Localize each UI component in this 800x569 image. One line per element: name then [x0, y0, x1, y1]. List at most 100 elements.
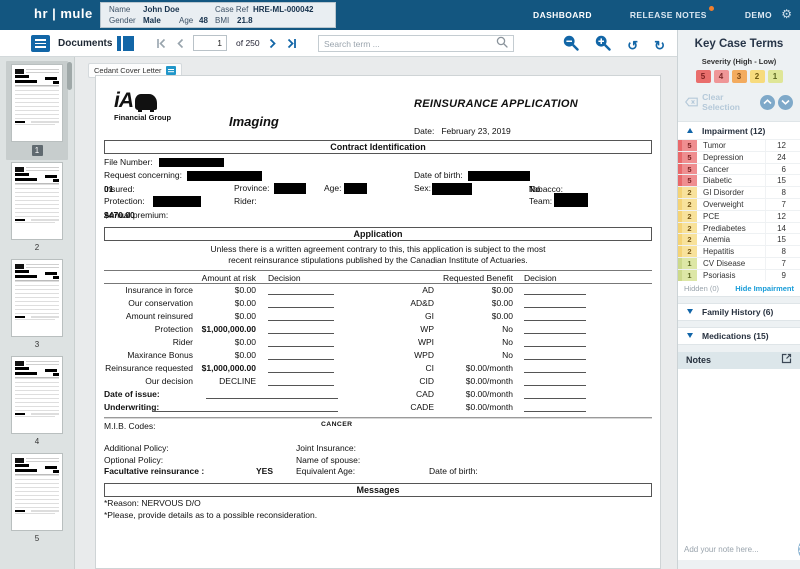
impairment-header[interactable]: Impairment (12): [678, 122, 800, 139]
page-thumbnail-4[interactable]: 4: [11, 356, 63, 451]
clear-selection-button[interactable]: Clear Selection: [685, 92, 760, 112]
rotate-cw-icon[interactable]: ↻: [654, 38, 665, 53]
case-ref-value: HRE-ML-000042: [253, 4, 314, 14]
prev-page-icon[interactable]: [176, 38, 184, 49]
severity-chip-1[interactable]: 1: [767, 70, 783, 83]
application-disclaimer: Unless there is a written agreement cont…: [210, 244, 546, 265]
menu-hamburger-icon[interactable]: [31, 35, 50, 52]
last-page-icon[interactable]: [286, 38, 297, 49]
redacted-protection: [153, 196, 201, 207]
notes-list: [678, 368, 800, 538]
severity-badge: 5: [682, 140, 697, 151]
top-nav: DASHBOARD RELEASE NOTES DEMO: [533, 0, 772, 30]
ia-financial-group-logo: iA Financial Group: [114, 89, 172, 122]
nav-demo[interactable]: DEMO: [745, 10, 772, 20]
expand-notes-icon[interactable]: [781, 351, 792, 369]
impairment-row-anemia[interactable]: 2 Anemia 15: [678, 233, 800, 246]
impairment-section: Impairment (12) 5 Tumor 12 5 Depression 24 5…: [678, 121, 800, 297]
severity-badge: 1: [682, 257, 697, 269]
application-table: Amount at risk Decision Requested Benefi…: [96, 270, 660, 414]
zoom-out-icon[interactable]: [563, 35, 579, 56]
table-row: Underwriting: CADE $0.00/month: [96, 401, 660, 414]
document-page: iA Financial Group Imaging REINSURANCE A…: [95, 75, 661, 569]
thumbnail-page-number: 3: [34, 340, 40, 349]
search-icon[interactable]: [496, 35, 508, 53]
table-row: Rider $0.00 WPI No: [96, 336, 660, 349]
impairment-row-gi-disorder[interactable]: 2 GI Disorder 8: [678, 186, 800, 198]
severity-chip-3[interactable]: 3: [731, 70, 747, 83]
zoom-controls: ↺ ↻: [563, 35, 665, 56]
page-thumbnail-2[interactable]: 2: [11, 162, 63, 257]
gender-value: Male: [143, 15, 161, 25]
severity-scale-label: Severity (High - Low): [701, 57, 777, 66]
impairment-row-hepatitis[interactable]: 2 Hepatitis 8: [678, 245, 800, 257]
hide-impairment-link[interactable]: Hide Impairment: [735, 284, 794, 293]
redacted-file-number: [159, 158, 224, 167]
first-page-icon[interactable]: [156, 38, 167, 49]
impairment-row-pce[interactable]: 2 PCE 12: [678, 209, 800, 222]
page-total-label: of 250: [236, 38, 260, 48]
impairment-row-psoriasis[interactable]: 1 Psoriasis 9: [678, 268, 800, 281]
page-number-input[interactable]: [193, 35, 227, 51]
search-input[interactable]: [324, 38, 496, 49]
impairment-row-overweight[interactable]: 2 Overweight 7: [678, 197, 800, 210]
rotate-ccw-icon[interactable]: ↺: [627, 38, 638, 53]
next-page-icon[interactable]: [269, 38, 277, 49]
document-date: Date: February 23, 2019: [414, 126, 511, 136]
nav-release-notes[interactable]: RELEASE NOTES: [630, 6, 714, 20]
document-viewer: Cedant Cover Letter iA Financial Group I…: [75, 57, 677, 569]
impairment-row-diabetic[interactable]: 5 Diabetic 15: [678, 174, 800, 187]
thumbnail-page-number: 1: [31, 145, 43, 156]
prev-term-button[interactable]: [760, 94, 775, 110]
age-value: 48: [199, 15, 208, 25]
page-thumbnail-3[interactable]: 3: [11, 259, 63, 354]
backspace-icon: [685, 97, 698, 107]
severity-scale: 5 4 3 2 1: [678, 70, 800, 83]
comment-icon[interactable]: [165, 66, 176, 75]
zoom-in-icon[interactable]: [595, 35, 611, 56]
severity-badge: 2: [682, 198, 697, 210]
mib-codes-row: M.I.B. Codes: CANCER: [104, 421, 353, 431]
redacted-request: [187, 171, 262, 181]
patient-name-value: John Doe: [143, 4, 180, 14]
severity-chip-2[interactable]: 2: [749, 70, 765, 83]
thumbnail-panel-toggle-icon[interactable]: [117, 36, 134, 51]
hidden-count-label: Hidden (0): [684, 283, 720, 293]
note-input[interactable]: [684, 544, 794, 554]
next-term-button[interactable]: [778, 94, 793, 110]
redacted-sex: [432, 183, 472, 195]
app-header: hr | mule Name John Doe Case Ref HRE-ML-…: [0, 0, 800, 30]
table-row: Our decision DECLINE CID $0.00/month: [96, 375, 660, 388]
severity-badge: 2: [682, 246, 697, 257]
thumbnail-page-number: 2: [34, 243, 40, 252]
page-thumbnail-1[interactable]: 1: [6, 61, 68, 160]
page-thumbnail-5[interactable]: 5: [11, 453, 63, 548]
thumbnail-scrollbar[interactable]: [67, 62, 72, 90]
settings-gear-icon[interactable]: ⚙: [781, 8, 792, 21]
section-application: Application: [104, 227, 652, 241]
table-row: Amount reinsured $0.00 GI $0.00: [96, 310, 660, 323]
severity-chip-5[interactable]: 5: [695, 70, 711, 83]
severity-chip-4[interactable]: 4: [713, 70, 729, 83]
impairment-row-cancer[interactable]: 5 Cancer 6: [678, 162, 800, 175]
severity-badge: 1: [682, 269, 697, 281]
table-row: Maxirance Bonus $0.00 WPD No: [96, 349, 660, 362]
impairment-row-depression[interactable]: 5 Depression 24: [678, 150, 800, 163]
impairment-row-tumor[interactable]: 5 Tumor 12: [678, 139, 800, 151]
severity-badge: 2: [682, 234, 697, 246]
age-label: Age: [179, 15, 194, 25]
patient-name-label: Name: [109, 4, 131, 14]
mib-code-value: CANCER: [321, 421, 353, 428]
impairment-row-cv-disease[interactable]: 1 CV Disease 7: [678, 256, 800, 269]
family-history-section[interactable]: Family History (6): [678, 302, 800, 321]
imaging-label: Imaging: [229, 114, 279, 129]
table-row: Our conservation $0.00 AD&D $0.00: [96, 297, 660, 310]
gorilla-logo-mark: [135, 94, 157, 112]
redacted-team: [554, 193, 588, 207]
document-toolbar: Documents of 250 ↺ ↻: [0, 30, 677, 57]
medications-section[interactable]: Medications (15): [678, 326, 800, 345]
panel-title: Key Case Terms: [694, 38, 784, 50]
impairment-row-prediabetes[interactable]: 2 Prediabetes 14: [678, 221, 800, 234]
nav-dashboard[interactable]: DASHBOARD: [533, 10, 592, 20]
severity-badge: 5: [682, 163, 697, 175]
